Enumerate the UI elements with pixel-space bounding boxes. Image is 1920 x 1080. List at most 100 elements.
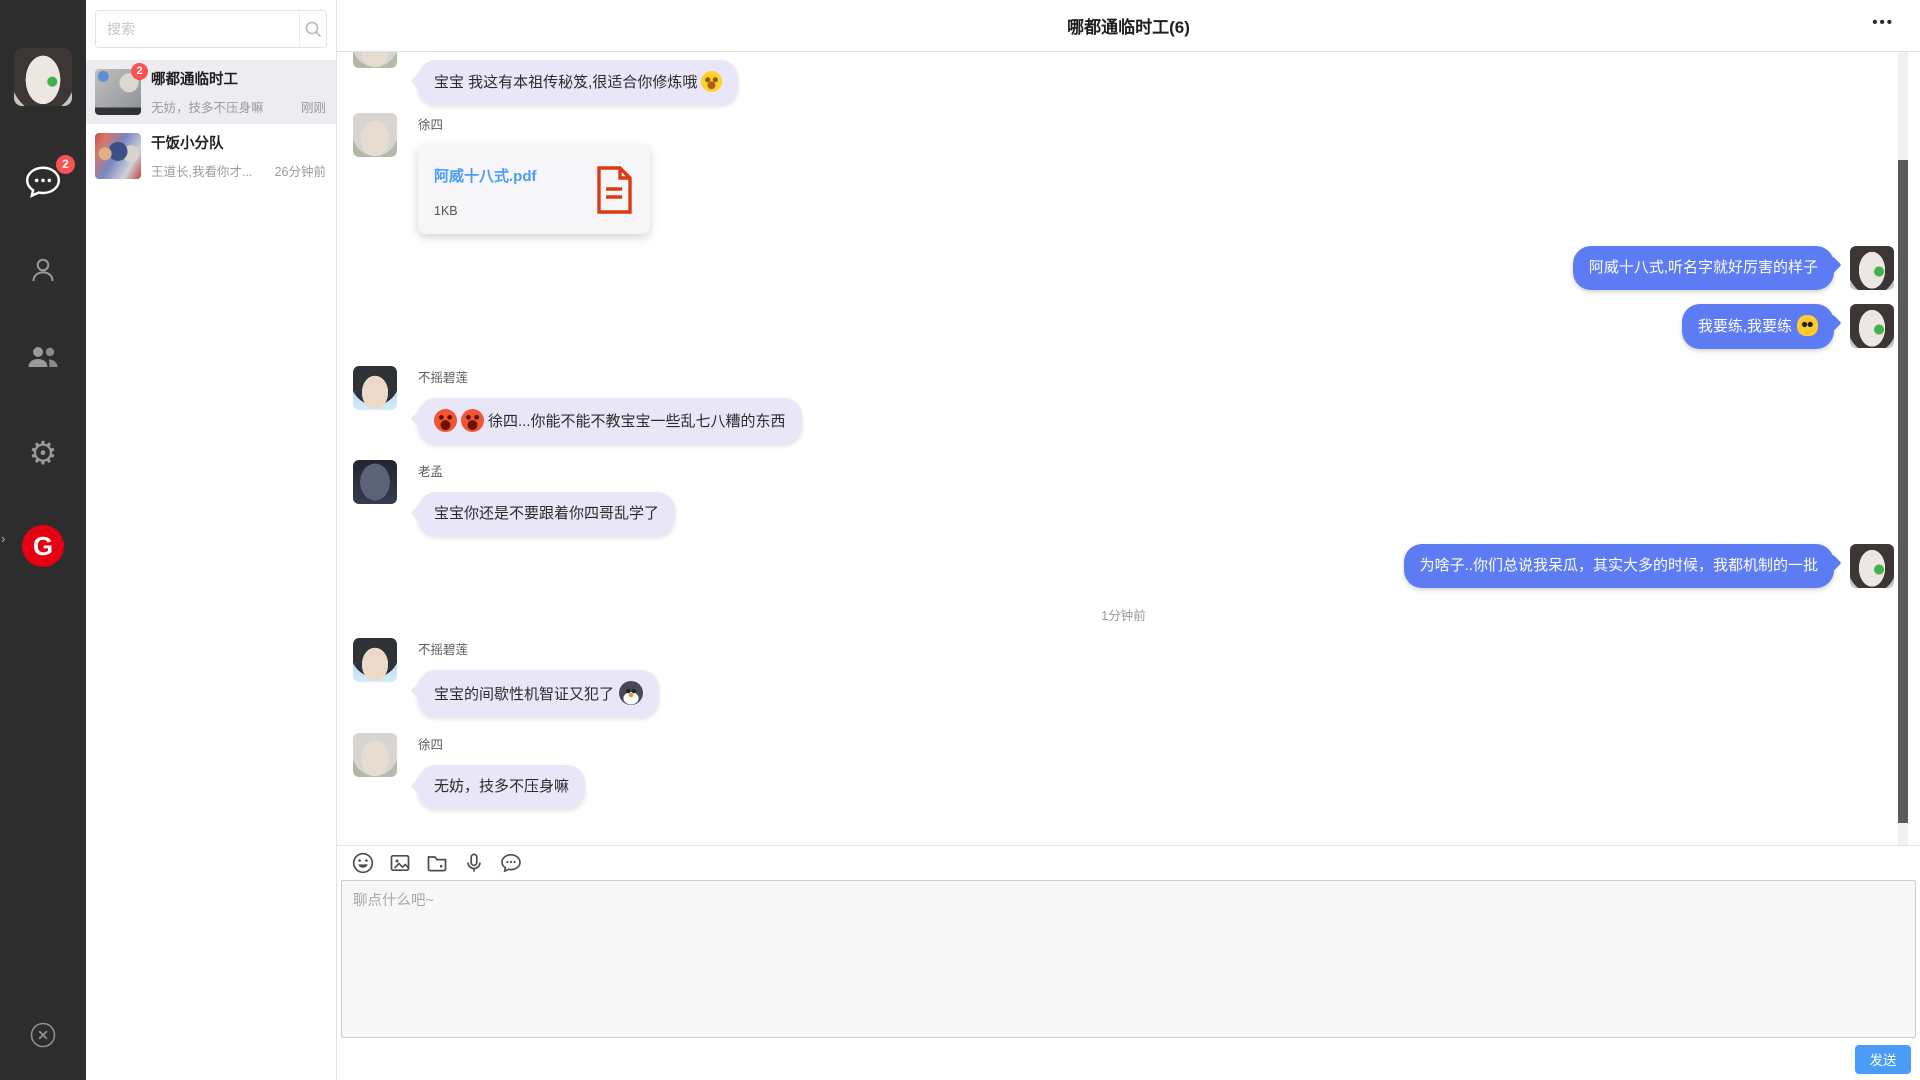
scrollbar-thumb[interactable] <box>1898 160 1908 823</box>
nav-groups-button[interactable] <box>27 344 59 375</box>
message-bubble[interactable]: 宝宝的间歇性机智证又犯了 <box>418 670 659 717</box>
nav-settings-button[interactable]: ⚙ <box>29 437 58 469</box>
chat-item-title: 干饭小分队 <box>151 132 326 153</box>
avatar-buyaobilian[interactable] <box>353 638 397 682</box>
avatar-buyaobilian[interactable] <box>353 366 397 410</box>
chat-item-time: 26分钟前 <box>275 161 326 180</box>
close-circle-icon <box>29 1021 57 1049</box>
conversation-title: 哪都通临时工(6) <box>1067 13 1190 38</box>
send-button[interactable]: 发送 <box>1855 1045 1911 1074</box>
group-avatar <box>95 133 141 179</box>
unread-badge: 2 <box>131 63 148 80</box>
search-input[interactable] <box>96 11 299 47</box>
avatar-me[interactable] <box>1850 246 1894 290</box>
chat-list-item[interactable]: 干饭小分队 王道长,我看你才... 26分钟前 <box>86 124 336 188</box>
chat-list-panel: 2 哪都通临时工 无妨，技多不压身嘛 刚刚 干饭小分队 王道长,我看你才... … <box>86 0 337 1080</box>
scrollbar-track[interactable] <box>1898 52 1908 845</box>
message-bubble[interactable]: 我要练,我要练 <box>1682 304 1834 349</box>
conversation-header: 哪都通临时工(6) ••• <box>337 0 1920 52</box>
message-bubble[interactable]: 宝宝你还是不要跟着你四哥乱学了 <box>418 492 675 536</box>
sender-name: 徐四 <box>418 734 585 753</box>
logo-letter: G <box>33 531 53 562</box>
contact-person-icon <box>28 255 58 285</box>
nav-chats-button[interactable]: 2 <box>24 164 62 205</box>
message-row: 为啥子..你们总说我呆瓜，其实大多的时候，我都机制的一批 <box>353 544 1894 588</box>
avatar-laomeng[interactable] <box>353 460 397 504</box>
message-bubble-icon <box>499 851 523 875</box>
message-row: 宝宝 我这有本祖传秘笈,很适合你修炼哦 <box>353 60 1894 105</box>
folder-icon <box>425 851 449 875</box>
avatar-xusi[interactable] <box>353 52 397 68</box>
file-name[interactable]: 阿威十八式.pdf <box>434 165 537 186</box>
message-bubble[interactable]: 阿威十八式,听名字就好厉害的样子 <box>1573 246 1834 290</box>
message-text: 宝宝 我这有本祖传秘笈,很适合你修炼哦 <box>434 74 697 91</box>
message-text: 我要练,我要练 <box>1698 318 1792 335</box>
message-row: 不摇碧莲 宝宝的间歇性机智证又犯了 <box>353 638 1894 717</box>
message-text: 宝宝的间歇性机智证又犯了 <box>434 686 614 703</box>
hugging-face-emoji <box>701 71 722 92</box>
message-text: 宝宝你还是不要跟着你四哥乱学了 <box>434 505 659 522</box>
my-profile-avatar[interactable] <box>14 48 72 106</box>
nav-contacts-button[interactable] <box>28 255 58 290</box>
sender-name: 不摇碧莲 <box>418 639 659 658</box>
chat-item-time: 刚刚 <box>301 97 326 116</box>
message-row: 我要练,我要练 <box>353 304 1894 349</box>
message-text: 阿威十八式,听名字就好厉害的样子 <box>1589 259 1818 276</box>
unread-count-badge: 2 <box>56 155 75 174</box>
message-row: 阿威十八式,听名字就好厉害的样子 <box>353 246 1894 290</box>
search-button[interactable] <box>299 11 326 47</box>
nav-rail: 2 ⚙ G › <box>0 0 86 1080</box>
message-bubble[interactable]: 无妨，技多不压身嘛 <box>418 765 585 809</box>
penguin-emoji <box>619 681 643 705</box>
smiley-icon <box>351 851 375 875</box>
melting-face-emoji <box>1797 315 1818 336</box>
search-row <box>86 0 336 60</box>
send-file-button[interactable] <box>425 851 449 875</box>
avatar-me[interactable] <box>1850 544 1894 588</box>
conversation-panel: 哪都通临时工(6) ••• 宝宝 我这有本祖传秘笈,很适合你修炼哦 徐四 阿威十… <box>337 0 1920 1080</box>
file-attachment-card[interactable]: 阿威十八式.pdf 1KB <box>418 145 650 234</box>
file-size: 1KB <box>434 204 537 218</box>
avatar-xusi[interactable] <box>353 733 397 777</box>
close-button[interactable] <box>29 1021 57 1054</box>
group-people-icon <box>27 344 59 370</box>
message-row: 老孟 宝宝你还是不要跟着你四哥乱学了 <box>353 460 1894 536</box>
avatar-xusi[interactable] <box>353 113 397 157</box>
search-icon <box>304 20 323 39</box>
message-scroll-area[interactable]: 宝宝 我这有本祖传秘笈,很适合你修炼哦 徐四 阿威十八式.pdf 1KB <box>337 52 1920 845</box>
pdf-file-icon <box>594 165 634 215</box>
search-box <box>95 10 327 48</box>
image-icon <box>388 851 412 875</box>
app-logo: G <box>22 525 64 567</box>
chat-item-preview: 王道长,我看你才... <box>151 161 269 180</box>
message-bubble[interactable]: 徐四...你能不能不教宝宝一些乱七八糟的东西 <box>418 398 802 444</box>
panel-expand-arrow[interactable]: › <box>1 531 5 546</box>
chat-item-main: 干饭小分队 王道长,我看你才... 26分钟前 <box>151 132 326 180</box>
angry-face-emoji <box>434 409 457 432</box>
message-row: 徐四 阿威十八式.pdf 1KB <box>353 113 1894 234</box>
composer-toolbar <box>337 846 1920 880</box>
chat-item-preview: 无妨，技多不压身嘛 <box>151 97 295 116</box>
message-row: 不摇碧莲 徐四...你能不能不教宝宝一些乱七八糟的东西 <box>353 366 1894 444</box>
chat-list-item[interactable]: 2 哪都通临时工 无妨，技多不压身嘛 刚刚 <box>86 60 336 124</box>
send-image-button[interactable] <box>388 851 412 875</box>
more-menu-icon[interactable]: ••• <box>1872 14 1894 31</box>
angry-face-emoji <box>461 409 484 432</box>
send-row: 发送 <box>337 1038 1920 1080</box>
group-avatar: 2 <box>95 69 141 115</box>
message-bubble[interactable]: 宝宝 我这有本祖传秘笈,很适合你修炼哦 <box>418 60 738 105</box>
message-text: 无妨，技多不压身嘛 <box>434 778 569 795</box>
chat-bubble-icon <box>24 164 62 200</box>
avatar-me[interactable] <box>1850 304 1894 348</box>
chat-item-title: 哪都通临时工 <box>151 68 326 89</box>
sender-name: 不摇碧莲 <box>418 367 802 386</box>
message-bubble[interactable]: 为啥子..你们总说我呆瓜，其实大多的时候，我都机制的一批 <box>1404 544 1834 588</box>
message-input[interactable] <box>342 881 1915 1037</box>
sender-name: 老孟 <box>418 461 675 480</box>
chat-history-button[interactable] <box>499 851 523 875</box>
emoji-picker-button[interactable] <box>351 851 375 875</box>
voice-message-button[interactable] <box>462 851 486 875</box>
app-window: 2 ⚙ G › <box>0 0 1920 1080</box>
gear-icon: ⚙ <box>29 435 58 471</box>
chat-item-main: 哪都通临时工 无妨，技多不压身嘛 刚刚 <box>151 68 326 116</box>
